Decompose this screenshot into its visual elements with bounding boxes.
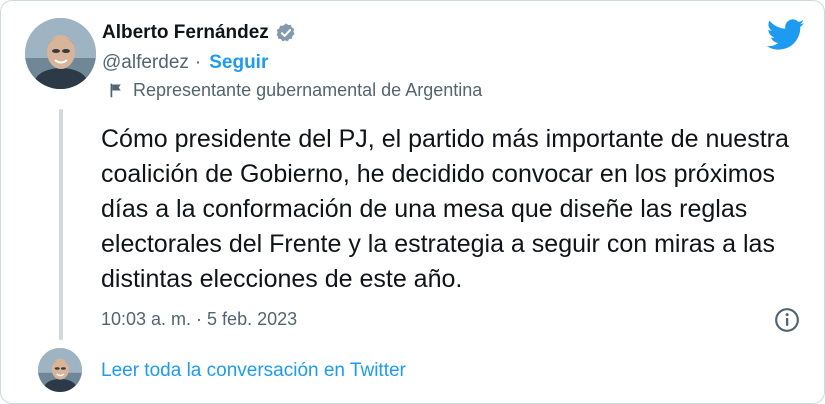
tweet-card: Alberto Fernández @alferdez · Seguir Rep… — [0, 0, 825, 404]
separator-dot: · — [194, 52, 202, 73]
author-avatar[interactable] — [25, 18, 96, 89]
flag-icon — [110, 83, 121, 98]
thread-line — [59, 109, 63, 340]
twitter-bird-icon[interactable] — [767, 18, 805, 52]
government-label: Representante gubernamental de Argentina — [108, 80, 482, 101]
author-name[interactable]: Alberto Fernández — [102, 22, 269, 44]
follow-button[interactable]: Seguir — [209, 52, 268, 74]
author-handle[interactable]: @alferdez — [102, 52, 189, 74]
author-name-row: Alberto Fernández — [102, 22, 297, 44]
tweet-text: Cómo presidente del PJ, el partido más i… — [101, 125, 789, 293]
tweet-timestamp[interactable]: 10:03 a. m. · 5 feb. 2023 — [101, 309, 297, 330]
verified-badge-icon — [276, 23, 295, 42]
footer-avatar[interactable] — [38, 348, 82, 392]
government-label-text: Representante gubernamental de Argentina — [133, 80, 483, 100]
read-conversation-link[interactable]: Leer toda la conversación en Twitter — [101, 360, 406, 382]
info-icon[interactable] — [774, 307, 800, 333]
author-handle-row: @alferdez · Seguir — [102, 52, 268, 74]
